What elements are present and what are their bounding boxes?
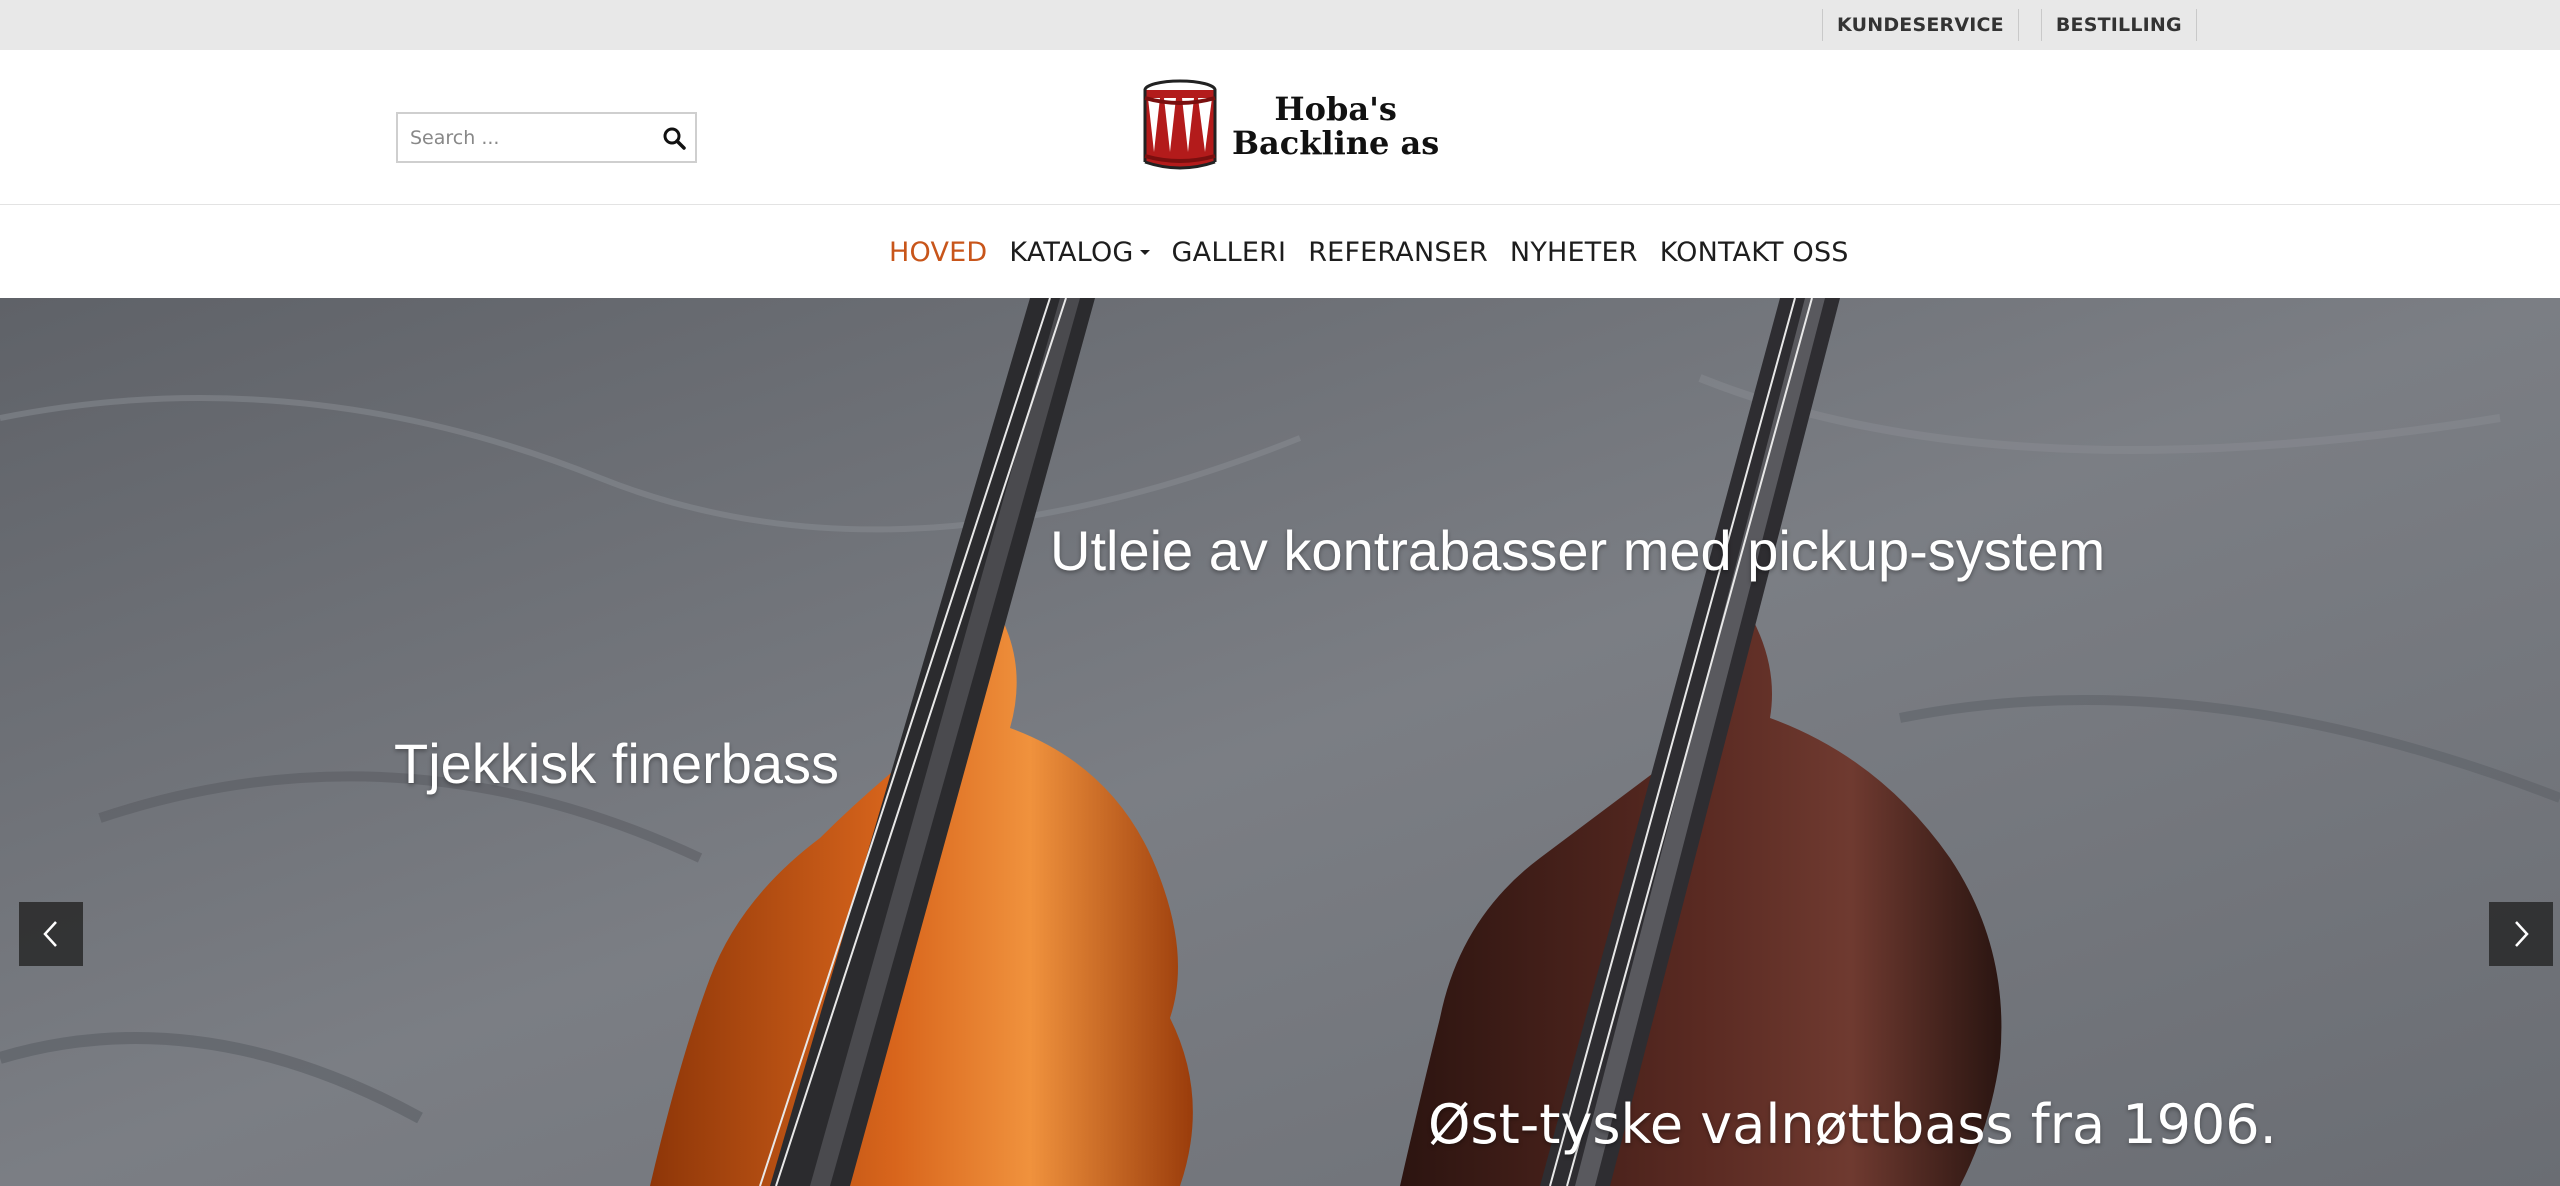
search-icon [663,127,686,150]
main-nav: HOVED KATALOG GALLERI REFERANSER NYHETER… [0,206,2560,298]
nav-label-katalog: KATALOG [1009,236,1134,268]
top-link-kundeservice[interactable]: KUNDESERVICE [1823,14,2018,36]
search-box [396,112,697,163]
logo-line-1: Hoba's [1274,90,1397,128]
hero-caption-1: Utleie av kontrabasser med pickup-system [1050,519,2106,582]
hero-slider: Utleie av kontrabasser med pickup-system… [0,298,2560,1186]
hero-caption-3: Øst-tyske valnøttbass fra 1906. [1428,1093,2277,1156]
hero-image [0,298,2560,1186]
search-input[interactable] [398,114,653,161]
chevron-right-icon [2515,921,2529,947]
search-button[interactable] [653,114,695,161]
site-header: Hoba's Backline as [0,50,2560,205]
nav-item-referanser[interactable]: REFERANSER [1297,237,1499,268]
slider-prev-button[interactable] [19,902,83,966]
nav-item-galleri[interactable]: GALLERI [1161,237,1298,268]
nav-link-nyheter[interactable]: NYHETER [1510,237,1638,268]
nav-link-kontakt[interactable]: KONTAKT OSS [1660,237,1849,268]
slider-next-button[interactable] [2489,902,2553,966]
hero-caption-2: Tjekkisk finerbass [394,732,840,795]
divider [2195,9,2197,41]
nav-link-referanser[interactable]: REFERANSER [1308,237,1488,268]
top-links: KUNDESERVICE BESTILLING [1822,0,2197,50]
nav-link-hoved[interactable]: HOVED [889,237,987,268]
nav-item-nyheter[interactable]: NYHETER [1499,237,1649,268]
nav-item-hoved[interactable]: HOVED [878,237,998,268]
nav-link-galleri[interactable]: GALLERI [1172,237,1287,268]
nav-item-katalog[interactable]: KATALOG [998,237,1160,268]
nav-item-kontakt[interactable]: KONTAKT OSS [1649,237,1860,268]
nav-link-katalog[interactable]: KATALOG [1009,236,1150,268]
chevron-left-icon [43,921,57,947]
logo-text: Hoba's Backline as [1232,92,1439,160]
top-link-bestilling[interactable]: BESTILLING [2042,14,2196,36]
top-bar: KUNDESERVICE BESTILLING [0,0,2560,50]
divider [2017,9,2019,41]
site-logo[interactable]: Hoba's Backline as [1142,78,1439,174]
caret-down-icon [1139,249,1150,255]
logo-line-2: Backline as [1232,124,1440,162]
drum-icon [1143,79,1217,170]
